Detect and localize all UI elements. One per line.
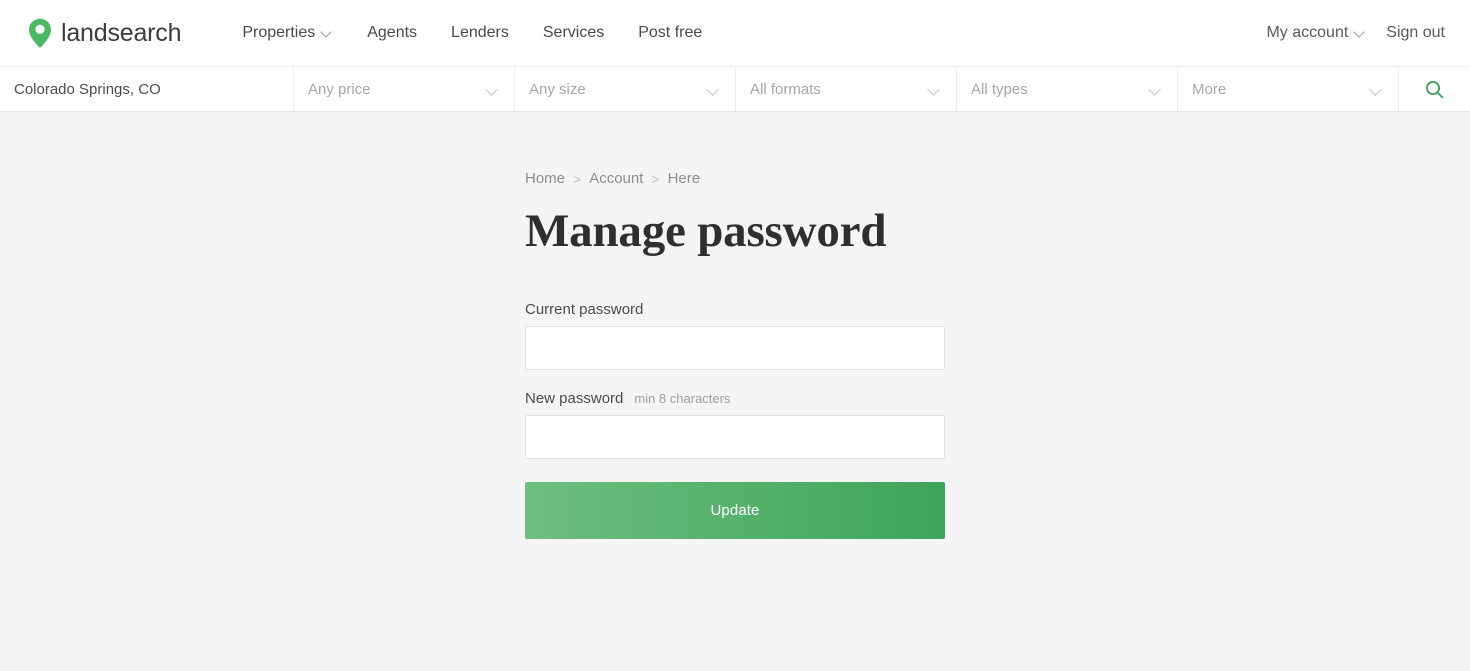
search-icon	[1425, 80, 1444, 99]
breadcrumb-item-home[interactable]: Home	[525, 170, 565, 187]
location-value: Colorado Springs, CO	[14, 80, 161, 98]
current-password-label: Current password	[525, 300, 644, 318]
search-submit-button[interactable]	[1399, 67, 1470, 111]
new-password-hint: min 8 characters	[634, 390, 731, 406]
breadcrumb-separator: >	[573, 170, 582, 187]
filter-price-dropdown[interactable]: Any price	[294, 67, 515, 111]
new-password-field-group: New password min 8 characters	[525, 390, 945, 459]
nav-label-agents: Agents	[367, 24, 418, 41]
breadcrumb-item-here[interactable]: Here	[668, 170, 701, 187]
new-password-label-row: New password min 8 characters	[525, 390, 945, 407]
nav-label-properties: Properties	[242, 24, 316, 41]
nav-item-services[interactable]: Services	[526, 24, 621, 42]
filter-types-label: All types	[971, 80, 1028, 98]
page-title: Manage password	[525, 205, 887, 257]
nav-item-sign-out[interactable]: Sign out	[1376, 24, 1445, 42]
location-search-input[interactable]: Colorado Springs, CO	[0, 67, 294, 111]
current-password-field-group: Current password	[525, 301, 945, 370]
chevron-down-icon	[486, 83, 499, 96]
filter-formats-label: All formats	[750, 80, 821, 98]
chevron-down-icon	[1370, 83, 1383, 96]
account-navigation: My account Sign out	[1256, 24, 1445, 42]
nav-item-my-account[interactable]: My account	[1256, 24, 1376, 42]
chevron-down-icon	[928, 83, 941, 96]
current-password-label-row: Current password	[525, 301, 945, 318]
chevron-down-icon	[322, 27, 333, 38]
chevron-down-icon	[1355, 27, 1366, 38]
new-password-input[interactable]	[525, 414, 945, 459]
map-pin-icon	[28, 18, 52, 48]
chevron-down-icon	[707, 83, 720, 96]
update-button[interactable]: Update	[525, 481, 945, 539]
breadcrumb-separator: >	[651, 170, 660, 187]
manage-password-form: Current password New password min 8 char…	[525, 301, 945, 539]
search-filter-bar: Colorado Springs, CO Any price Any size …	[0, 66, 1470, 112]
nav-label-sign-out: Sign out	[1386, 24, 1445, 41]
nav-item-properties[interactable]: Properties	[225, 24, 350, 42]
nav-item-agents[interactable]: Agents	[350, 24, 434, 42]
primary-navigation: Properties Agents Lenders Services Post …	[225, 24, 719, 42]
form-container: Home > Account > Here Manage password Cu…	[525, 170, 945, 539]
brand-name: landsearch	[61, 18, 182, 47]
filter-formats-dropdown[interactable]: All formats	[736, 67, 957, 111]
nav-item-post-free[interactable]: Post free	[621, 24, 719, 42]
nav-label-services: Services	[542, 24, 605, 41]
brand-logo-link[interactable]: landsearch	[28, 18, 182, 48]
filter-size-dropdown[interactable]: Any size	[515, 67, 736, 111]
filter-size-label: Any size	[529, 80, 586, 98]
nav-label-post-free: Post free	[638, 24, 703, 41]
nav-label-lenders: Lenders	[451, 24, 509, 41]
current-password-input[interactable]	[525, 325, 945, 370]
filter-more-label: More	[1192, 80, 1227, 98]
nav-item-lenders[interactable]: Lenders	[434, 24, 526, 42]
filter-types-dropdown[interactable]: All types	[957, 67, 1178, 111]
new-password-label: New password	[525, 389, 624, 407]
filter-price-label: Any price	[308, 80, 371, 98]
breadcrumb-item-account[interactable]: Account	[589, 170, 643, 187]
breadcrumb: Home > Account > Here	[525, 170, 945, 187]
chevron-down-icon	[1149, 83, 1162, 96]
nav-label-my-account: My account	[1266, 24, 1349, 41]
filter-more-dropdown[interactable]: More	[1178, 67, 1399, 111]
site-header: landsearch Properties Agents Lenders Ser…	[0, 0, 1470, 66]
page-content: Home > Account > Here Manage password Cu…	[0, 112, 1470, 539]
